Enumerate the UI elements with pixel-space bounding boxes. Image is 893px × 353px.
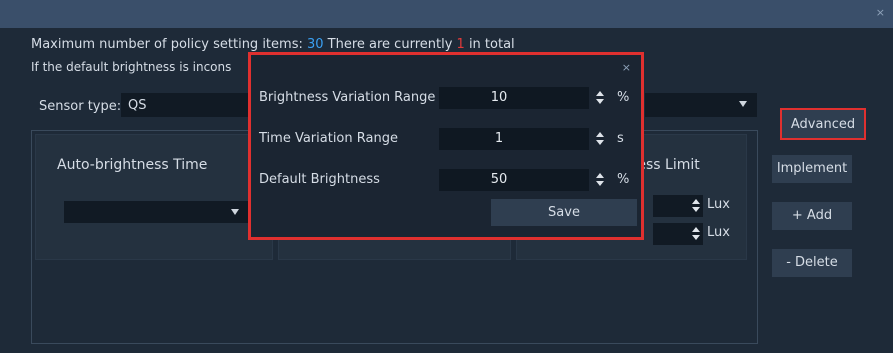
- time-variation-label: Time Variation Range: [259, 131, 398, 146]
- lux-unit-label: Lux: [707, 225, 730, 240]
- default-brightness-label: Default Brightness: [259, 172, 380, 187]
- stepper-icon[interactable]: [691, 199, 701, 213]
- policy-info-mid: There are currently: [323, 37, 457, 52]
- max-items-count: 30: [306, 37, 324, 52]
- stepper-icon[interactable]: [691, 227, 701, 241]
- time-variation-unit: s: [617, 131, 624, 146]
- sensor-type-select[interactable]: QS: [121, 93, 261, 117]
- auto-brightness-time-title: Auto-brightness Time: [57, 157, 208, 173]
- auto-brightness-time-column: Auto-brightness Time: [35, 134, 273, 260]
- advanced-button[interactable]: Advanced: [780, 108, 866, 140]
- brightness-variation-input[interactable]: 10: [439, 87, 604, 109]
- stepper-icon[interactable]: [595, 91, 605, 105]
- right-dropdown[interactable]: [645, 93, 757, 117]
- default-brightness-input[interactable]: 50: [439, 169, 604, 191]
- chevron-down-icon: [739, 101, 747, 107]
- delete-button[interactable]: - Delete: [772, 249, 852, 277]
- lux-unit-label: Lux: [707, 197, 730, 212]
- lux-lower-input[interactable]: [653, 223, 703, 245]
- save-button[interactable]: Save: [491, 199, 637, 226]
- dialog-close-icon[interactable]: ×: [622, 61, 631, 74]
- implement-button[interactable]: Implement: [772, 155, 852, 183]
- time-select[interactable]: [64, 201, 249, 223]
- default-brightness-value: 50: [490, 172, 508, 187]
- window-titlebar: ×: [0, 0, 893, 28]
- time-variation-value: 1: [494, 131, 504, 146]
- current-items-count: 1: [456, 37, 465, 52]
- policy-info-suffix: in total: [464, 37, 515, 52]
- stepper-icon[interactable]: [595, 173, 605, 187]
- policy-info-prefix: Maximum number of policy setting items:: [31, 37, 307, 52]
- brightness-hint-line: If the default brightness is incons: [31, 60, 232, 74]
- window-close-icon[interactable]: ×: [876, 6, 885, 19]
- add-button[interactable]: + Add: [772, 202, 852, 230]
- brightness-variation-unit: %: [617, 90, 630, 105]
- brightness-variation-value: 10: [490, 90, 508, 105]
- time-variation-input[interactable]: 1: [439, 128, 604, 150]
- brightness-variation-label: Brightness Variation Range: [259, 90, 436, 105]
- sensor-type-label: Sensor type:: [39, 99, 122, 114]
- stepper-icon[interactable]: [595, 132, 605, 146]
- sensor-type-value: QS: [128, 98, 147, 113]
- lux-upper-input[interactable]: [653, 195, 703, 217]
- policy-info-line: Maximum number of policy setting items: …: [31, 37, 515, 52]
- advanced-settings-dialog: × Brightness Variation Range 10 % Time V…: [248, 52, 644, 240]
- chevron-down-icon: [231, 209, 239, 215]
- default-brightness-unit: %: [617, 172, 630, 187]
